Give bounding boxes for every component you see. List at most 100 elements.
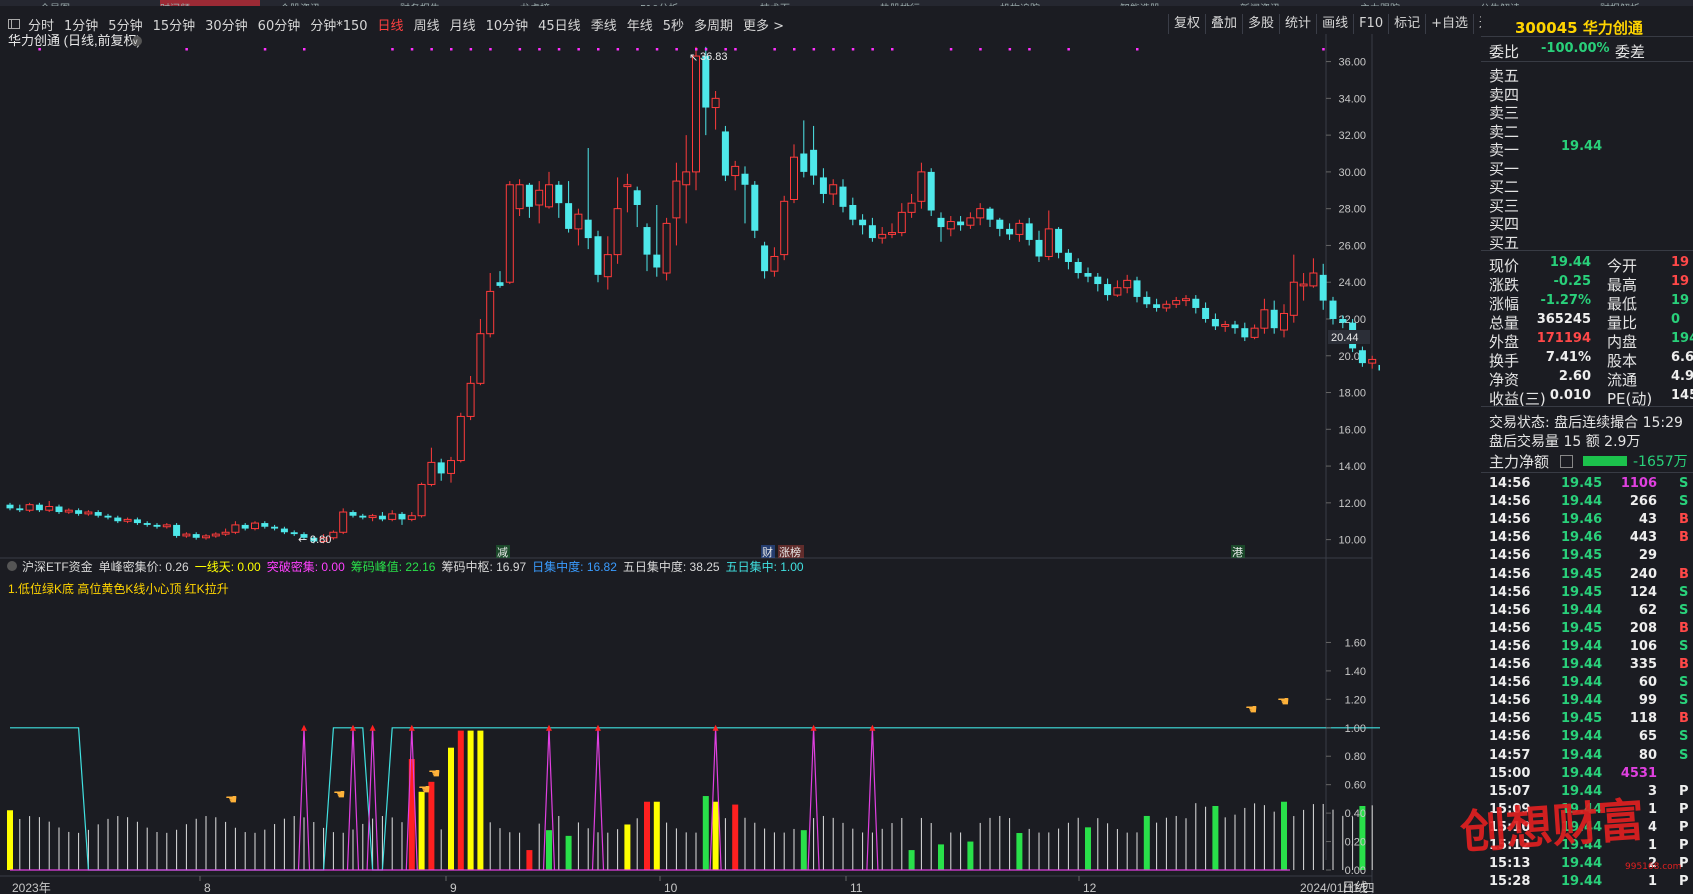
period-tab[interactable]: 月线 <box>450 15 476 34</box>
top-tab[interactable]: 新闻资讯 <box>1240 0 1340 6</box>
period-tab[interactable]: 周线 <box>414 15 440 34</box>
tick-side: S <box>1679 494 1689 510</box>
stat-value: -0.25 <box>1553 274 1591 289</box>
candle-body <box>937 217 945 228</box>
stock-code-name: 300045 华力创通 <box>1515 19 1643 37</box>
top-tab[interactable]: F10分析 <box>640 0 740 6</box>
period-tab[interactable]: 1分钟 <box>64 15 98 34</box>
indicator-settings-icon[interactable] <box>7 561 17 571</box>
period-tab[interactable]: 日线 <box>378 15 404 34</box>
top-tab[interactable]: 全景图 <box>40 0 140 6</box>
period-tab[interactable]: 季线 <box>591 15 617 34</box>
tick-row: 14:56 19.44 335 B <box>1489 657 1693 675</box>
period-tab[interactable]: 30分钟 <box>205 15 248 34</box>
indicator-tick-label: 1.00 <box>1345 723 1366 735</box>
period-tab[interactable]: 分钟*150 <box>310 15 367 34</box>
period-tab[interactable]: 多周期 <box>694 15 733 34</box>
signal-dot <box>891 48 894 51</box>
top-tab[interactable]: 智能选股 <box>1120 0 1220 6</box>
list-icon[interactable] <box>1560 455 1573 468</box>
tick-volume: 208 <box>1629 620 1657 636</box>
top-tab[interactable]: 技术面 <box>760 0 860 6</box>
candle-body <box>1044 228 1053 257</box>
indicator-bar <box>274 824 276 870</box>
candle-body <box>153 524 161 527</box>
indicator-bar <box>136 821 138 870</box>
signal-dot <box>793 48 796 51</box>
candle-body <box>957 221 965 226</box>
period-tab[interactable]: 年线 <box>627 15 653 34</box>
candle-body <box>1250 327 1259 338</box>
period-tab[interactable]: 分时 <box>28 15 54 34</box>
tool-button[interactable]: +自选 <box>1425 14 1473 34</box>
period-tab[interactable]: 5秒 <box>663 15 684 34</box>
tick-time: 14:56 <box>1489 729 1531 745</box>
tool-button[interactable]: 多股 <box>1242 14 1279 34</box>
tick-row: 14:56 19.46 443 B <box>1489 530 1693 548</box>
event-tag[interactable]: 港 <box>1232 546 1243 559</box>
indicator-bar <box>930 823 932 870</box>
indicator-bar <box>783 832 785 870</box>
indicator-bar <box>195 818 197 870</box>
price-tick-label: 18.00 <box>1338 388 1366 400</box>
top-tab[interactable]: 主力跟踪 <box>1360 0 1460 6</box>
top-tab[interactable]: 公告解读 <box>1480 0 1580 6</box>
indicator-bar <box>48 821 50 870</box>
hand-pointer-icon: ☚ <box>428 766 441 782</box>
candle-body <box>986 208 994 220</box>
indicator-bar <box>166 832 168 870</box>
period-tab[interactable]: 45日线 <box>538 15 581 34</box>
tick-volume: 80 <box>1638 747 1657 763</box>
tick-time: 14:56 <box>1489 476 1531 491</box>
indicator-bar <box>29 816 31 870</box>
event-tag[interactable]: 减 <box>497 546 508 559</box>
period-tab[interactable]: 15分钟 <box>153 15 196 34</box>
candle-body <box>55 506 63 513</box>
event-tag[interactable]: 涨榜 <box>779 545 801 559</box>
indicator-bar <box>185 824 187 870</box>
top-tab[interactable]: 热股排行 <box>880 0 980 6</box>
indicator-value: 筹码中枢: 16.97 <box>441 559 526 574</box>
top-tab[interactable]: 财报解析 <box>1600 0 1693 6</box>
top-tab[interactable]: 龙虎榜 <box>520 0 620 6</box>
tool-button[interactable]: F10 <box>1353 14 1388 34</box>
period-tab[interactable]: 60分钟 <box>258 15 301 34</box>
price-tick-label: 14.00 <box>1338 461 1366 473</box>
event-tag[interactable]: 财 <box>762 545 773 559</box>
signal-dot <box>38 48 41 51</box>
candle-body <box>45 506 54 511</box>
tool-button[interactable]: 统计 <box>1279 14 1316 34</box>
tick-price: 19.44 <box>1561 693 1603 709</box>
indicator-bar <box>342 832 344 870</box>
top-tab[interactable]: 时间频 <box>160 0 260 6</box>
top-tab[interactable]: 财务报告 <box>400 0 500 6</box>
tick-row: 14:56 19.45 240 B <box>1489 567 1693 585</box>
tick-row: 14:57 19.44 80 S <box>1489 748 1693 766</box>
indicator-bar <box>607 832 609 870</box>
top-tab[interactable]: 机构追踪 <box>1000 0 1100 6</box>
signal-dot <box>1067 48 1070 51</box>
period-tab[interactable]: 10分钟 <box>486 15 529 34</box>
candle-body <box>94 512 102 516</box>
tool-button[interactable]: 画线 <box>1316 14 1353 34</box>
indicator-bar <box>1136 832 1138 870</box>
stock-chart[interactable]: 华力创通 (日线,前复权) v ◇ 36.0034.0032.0030.0028… <box>0 34 1380 894</box>
panel-toggle-icon[interactable] <box>8 19 20 29</box>
current-price-tag: 20.44 <box>1331 332 1359 344</box>
tool-button[interactable]: 复权 <box>1168 14 1205 34</box>
tool-button[interactable]: 标记 <box>1388 14 1425 34</box>
indicator-bar <box>489 822 491 870</box>
indicator-bar <box>1085 827 1091 870</box>
stat-label: 现价 <box>1489 257 1520 275</box>
candle-body <box>810 149 818 176</box>
candle-body <box>1241 328 1249 338</box>
indicator-bar <box>1312 804 1314 870</box>
tool-button[interactable]: 叠加 <box>1205 14 1242 34</box>
top-tab[interactable]: 个股资讯 <box>280 0 380 6</box>
candle-body <box>388 513 397 520</box>
tick-time: 14:56 <box>1489 657 1531 672</box>
period-tab[interactable]: 5分钟 <box>108 15 142 34</box>
candle-body <box>1143 296 1151 305</box>
price-tick-label: 32.00 <box>1338 130 1366 142</box>
period-tab[interactable]: 更多 > <box>743 15 784 34</box>
